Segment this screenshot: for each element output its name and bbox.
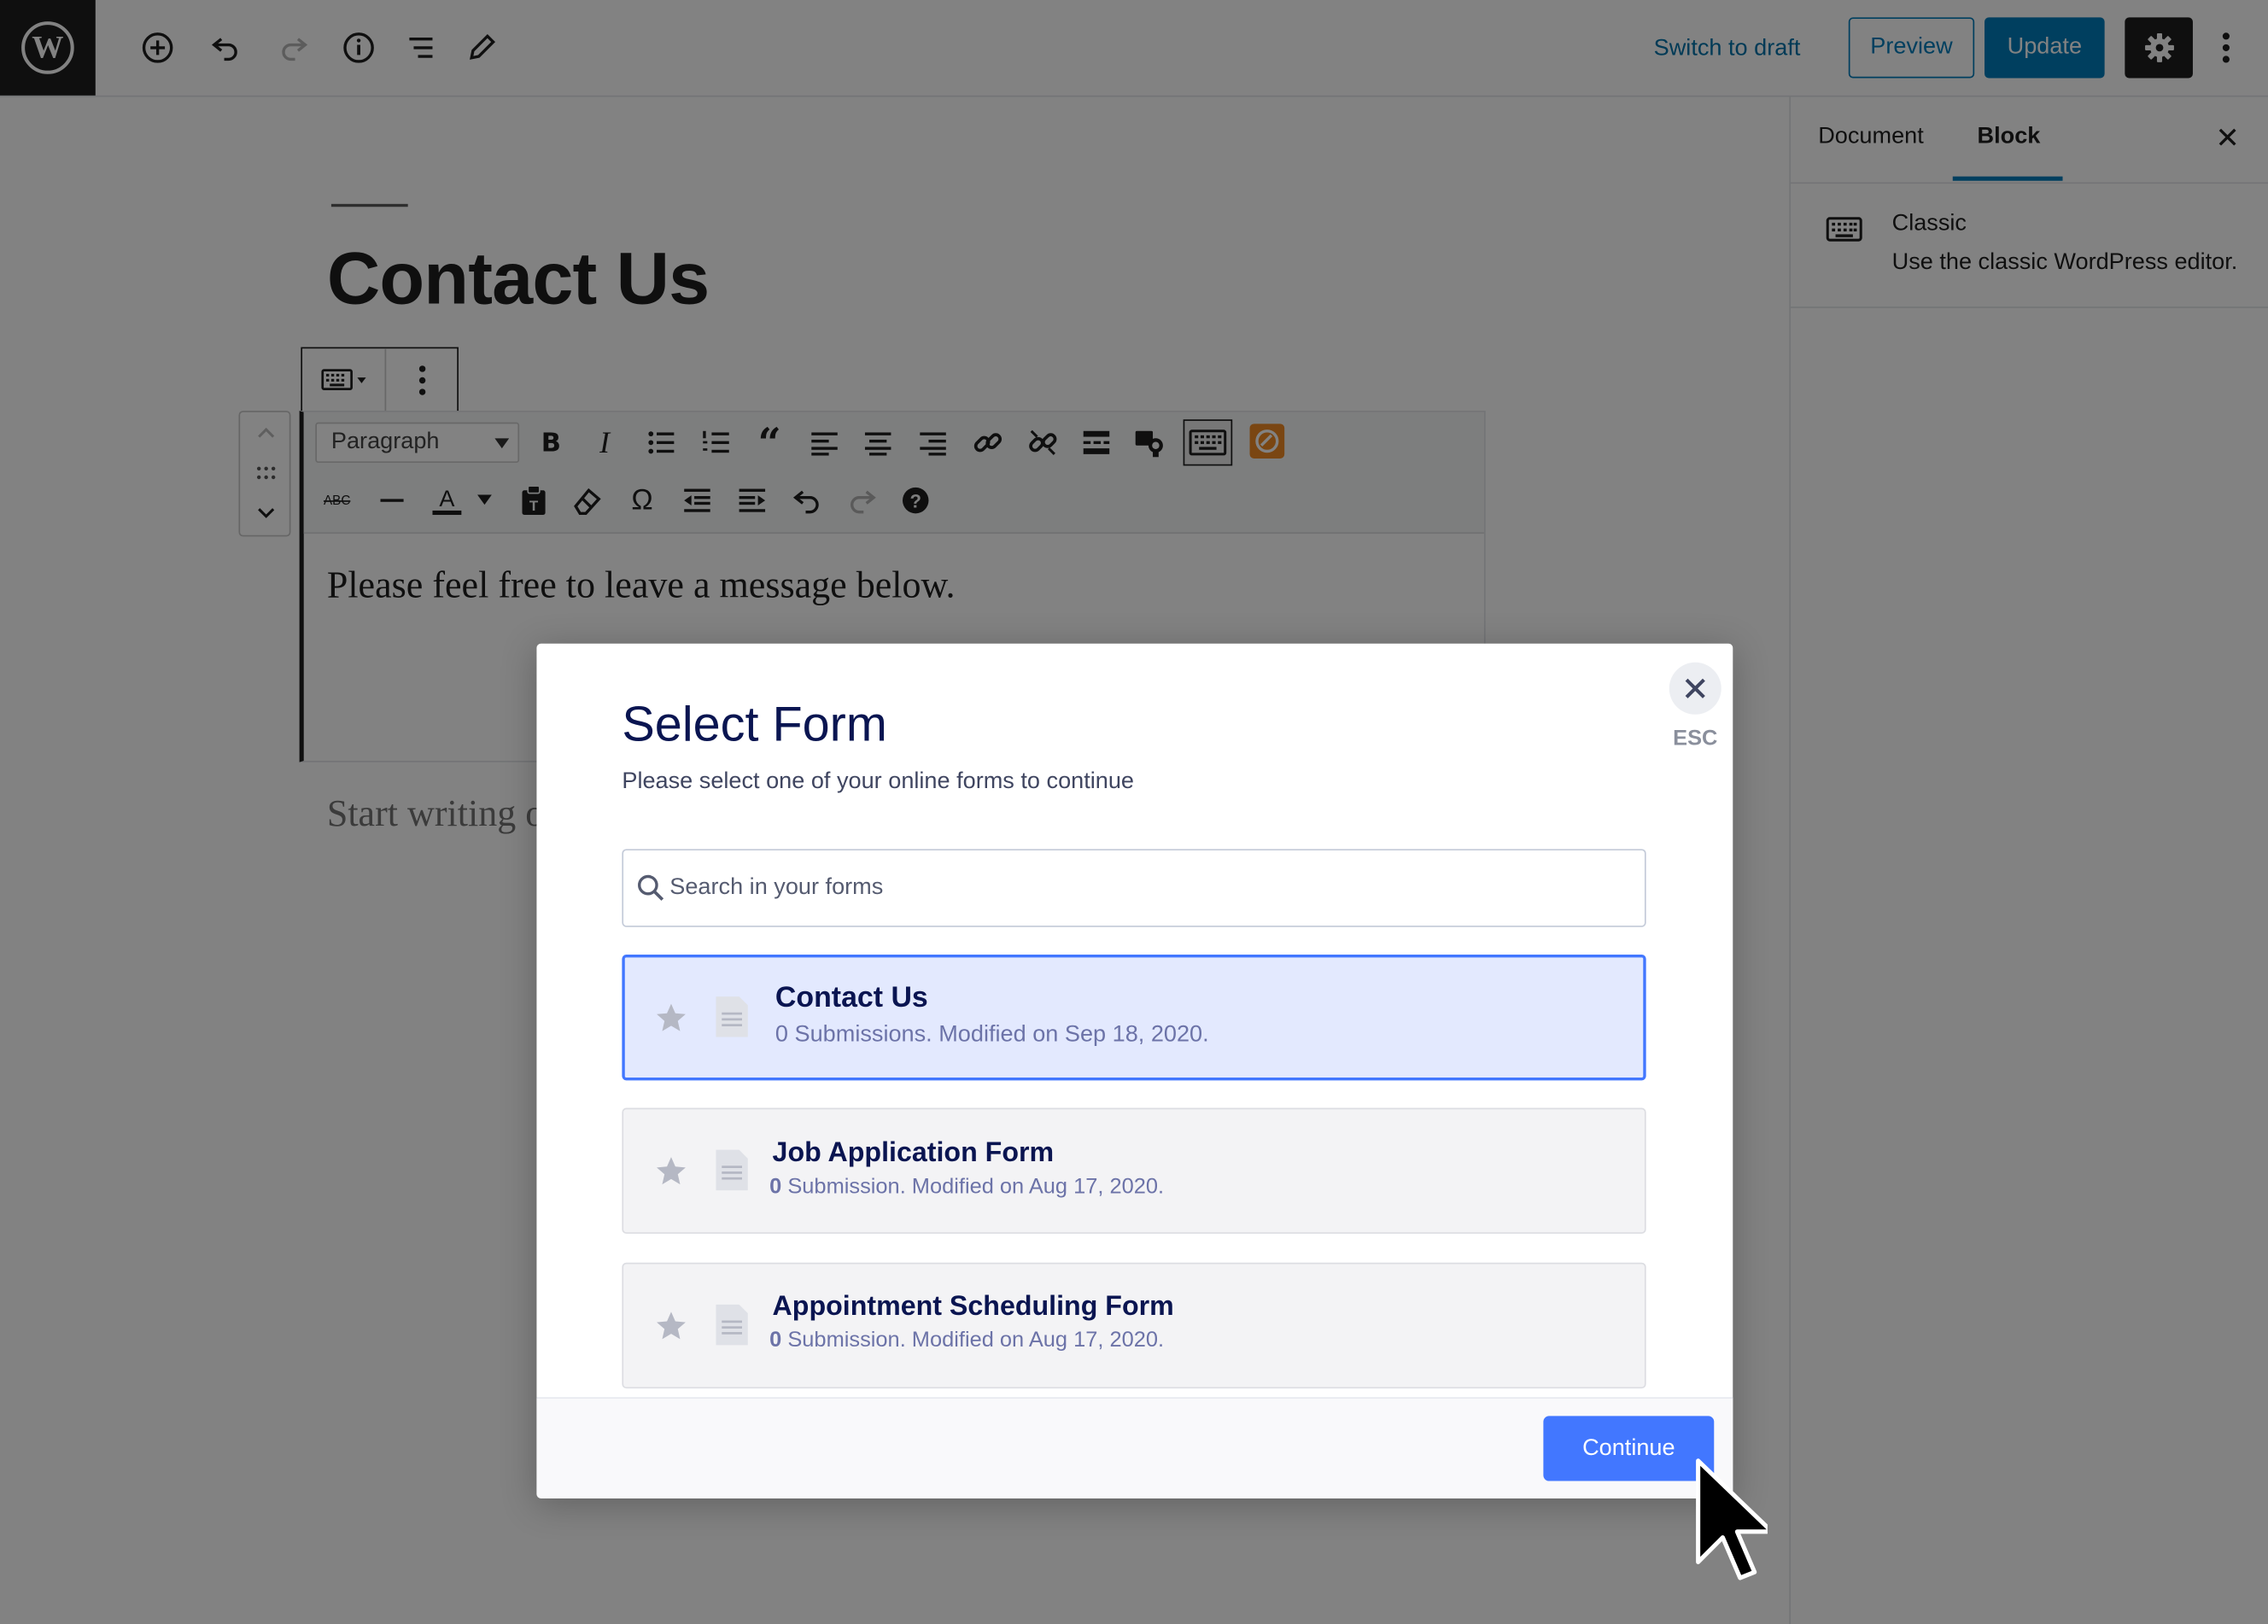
form-document-icon xyxy=(716,996,748,1037)
modal-title: Select Form xyxy=(622,697,887,752)
form-title: Contact Us xyxy=(775,982,928,1014)
form-meta: Submission. Modified on Aug 17, 2020. xyxy=(787,1328,1165,1352)
form-title: Job Application Form xyxy=(772,1138,1055,1169)
star-icon[interactable] xyxy=(654,1309,689,1344)
esc-hint: ESC xyxy=(1673,726,1718,751)
submission-count: 0 xyxy=(769,1328,782,1352)
search-icon xyxy=(638,874,664,901)
form-document-icon xyxy=(716,1304,748,1346)
search-input[interactable] xyxy=(669,867,1625,908)
form-list-item-contact-us[interactable] xyxy=(622,954,1646,1081)
form-meta: 0 Submissions. Modified on Sep 18, 2020. xyxy=(775,1022,1209,1048)
form-document-icon xyxy=(716,1149,748,1191)
form-list-item-job-application[interactable] xyxy=(622,1107,1646,1234)
form-list-item-appointment[interactable] xyxy=(622,1262,1646,1389)
continue-button[interactable]: Continue xyxy=(1543,1416,1715,1481)
mouse-cursor-icon xyxy=(1696,1458,1768,1580)
submission-count: 0 xyxy=(769,1174,782,1200)
form-title: Appointment Scheduling Form xyxy=(772,1291,1174,1323)
star-icon[interactable] xyxy=(654,1001,689,1036)
close-modal-button[interactable] xyxy=(1669,662,1721,715)
form-meta: Submission. Modified on Aug 17, 2020. xyxy=(787,1174,1165,1200)
close-icon xyxy=(1685,678,1705,698)
modal-subtitle: Please select one of your online forms t… xyxy=(622,769,1134,794)
editor-screen: W Switch to draft Preview Update Documen… xyxy=(0,0,2268,1624)
star-icon[interactable] xyxy=(654,1154,689,1189)
